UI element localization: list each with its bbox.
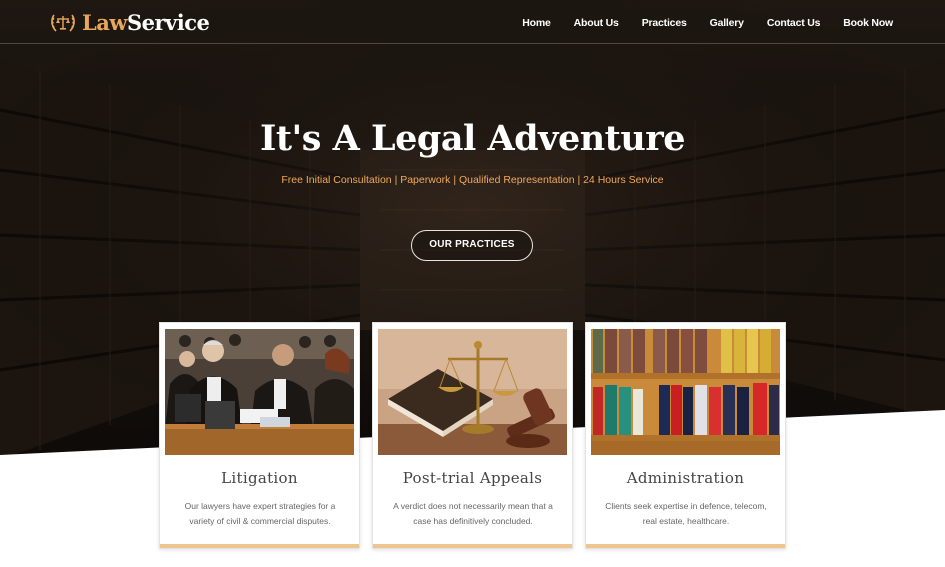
card-text: Clients seek expertise in defence, telec…: [605, 501, 767, 526]
nav-about-us[interactable]: About Us: [574, 17, 619, 29]
nav-contact-us[interactable]: Contact Us: [767, 17, 821, 29]
card-accent-bar: [373, 544, 572, 548]
brand-name: LawService: [82, 9, 210, 35]
law-books-photo: [591, 329, 780, 455]
top-navbar: LawService Home About Us Practices Galle…: [0, 0, 945, 44]
card-text: A verdict does not necessarily mean that…: [393, 501, 553, 526]
nav-practices[interactable]: Practices: [642, 17, 687, 29]
service-card-litigation[interactable]: Litigation Our lawyers have expert strat…: [159, 322, 360, 549]
our-practices-button[interactable]: OUR PRACTICES: [411, 230, 533, 261]
service-card-administration[interactable]: Administration Clients seek expertise in…: [585, 322, 786, 549]
service-card-post-trial-appeals[interactable]: Post-trial Appeals A verdict does not ne…: [372, 322, 573, 549]
brand-logo[interactable]: LawService: [48, 7, 210, 37]
card-text: Our lawyers have expert strategies for a…: [184, 501, 336, 526]
card-accent-bar: [586, 544, 785, 548]
hero-title: It's A Legal Adventure: [260, 118, 686, 159]
courtroom-photo: [165, 329, 354, 455]
card-title: Post-trial Appeals: [402, 469, 543, 487]
hero-subtitle: Free Initial Consultation | Paperwork | …: [281, 174, 664, 186]
brand-name-service: Service: [126, 9, 210, 35]
main-menu: Home About Us Practices Gallery Contact …: [522, 17, 893, 29]
scales-laurel-icon: [51, 14, 75, 32]
brand-name-law: Law: [82, 9, 127, 35]
nav-book-now[interactable]: Book Now: [843, 17, 893, 29]
card-title: Litigation: [221, 469, 298, 487]
card-title: Administration: [626, 469, 745, 487]
card-accent-bar: [160, 544, 359, 548]
nav-gallery[interactable]: Gallery: [710, 17, 744, 29]
nav-home[interactable]: Home: [522, 17, 551, 29]
scales-gavel-photo: [378, 329, 567, 455]
